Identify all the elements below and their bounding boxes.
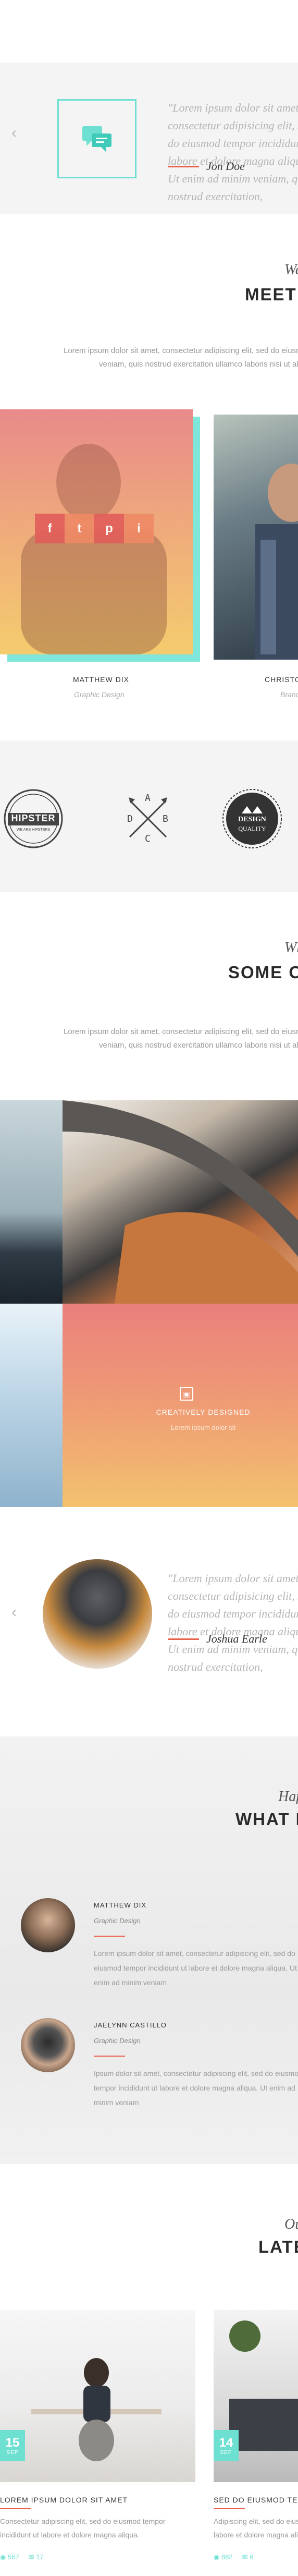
- testimonial-section: ‹ "Lorem ipsum dolor sit amet, consectet…: [0, 63, 298, 214]
- views-count: ◉ 567: [0, 2553, 19, 2561]
- client-logos: HIPSTER WE ARE HIPSTERS A B C D DESIGN Q…: [0, 740, 298, 892]
- date-badge: 15 SEP: [0, 2430, 25, 2461]
- views-count: ◉ 862: [214, 2553, 233, 2561]
- author-name: Joshua Earle: [206, 1632, 267, 1645]
- date-badge: 14 SEP: [214, 2430, 239, 2461]
- pinterest-icon[interactable]: p: [94, 514, 124, 543]
- avatar: [21, 1898, 75, 1952]
- person-role: Graphic Design: [94, 1917, 141, 1925]
- logo-letter: B: [163, 813, 168, 824]
- section-title: SOME OF OUR WORK: [228, 963, 298, 982]
- instagram-icon[interactable]: i: [124, 514, 154, 543]
- logo-letter: D: [127, 813, 133, 824]
- abcd-logo: A B C D: [117, 787, 179, 850]
- portfolio-tile-featured[interactable]: ▣ CREATIVELY DESIGNED Lorem ipsum dolor …: [63, 1304, 298, 1507]
- portfolio-tile[interactable]: [0, 1304, 63, 1507]
- people-section: Happy WHAT PEOPLE SAY MATTHEW DIX Graphi…: [0, 1736, 298, 2164]
- date-month: SEP: [6, 2449, 19, 2456]
- logo-subtext: WE ARE HIPSTERS: [16, 828, 51, 832]
- post-image[interactable]: 14 SEP: [214, 2310, 298, 2482]
- chat-bubbles-icon: [82, 126, 111, 152]
- section-title: WHAT PEOPLE SAY: [235, 1809, 298, 1829]
- logo-text: HIPSTER: [11, 813, 56, 823]
- member-photo[interactable]: f t p i: [0, 409, 193, 654]
- person-name: MATTHEW DIX: [94, 1901, 147, 1909]
- member-name: MATTHEW DIX: [73, 675, 129, 684]
- quote-icon-box: [57, 99, 136, 178]
- section-description: Lorem ipsum dolor sit amet, consectetur …: [64, 346, 298, 355]
- person-role: Graphic Design: [94, 2037, 141, 2045]
- social-links: f t p i: [35, 514, 154, 543]
- section-kicker: Our: [284, 2216, 298, 2232]
- image-icon: ▣: [180, 1387, 193, 1401]
- portfolio-heading: What SOME OF OUR WORK Lorem ipsum dolor …: [0, 892, 298, 1100]
- section-kicker: What: [284, 940, 298, 956]
- design-quality-logo: DESIGN QUALITY: [221, 787, 283, 850]
- tile-subtitle: Lorem ipsum dolor sit: [170, 1424, 236, 1431]
- post-excerpt: Adipiscing elit, sed do eiusmod tempor i…: [214, 2517, 298, 2539]
- section-kicker: Happy: [278, 1789, 298, 1805]
- person-text: Lorem ipsum dolor sit amet, consectetur …: [94, 1949, 297, 1987]
- post-title[interactable]: SED DO EIUSMOD TEMPOR: [214, 2496, 298, 2504]
- section-description: veniam, quis nostrud exercitation ullamc…: [99, 360, 298, 369]
- person-photo: [255, 464, 298, 660]
- person-name: JAELYNN CASTILLO: [94, 2021, 167, 2029]
- date-day: 15: [5, 2435, 20, 2450]
- avatar: [43, 1559, 152, 1669]
- comments-count: ✉ 6: [242, 2553, 254, 2561]
- section-title: LATEST NEWS: [258, 2237, 298, 2256]
- post-meta: ◉ 862 ✉ 6: [214, 2553, 253, 2561]
- section-title: MEET OUR TEAM: [245, 285, 298, 304]
- tile-title: CREATIVELY DESIGNED: [156, 1408, 251, 1416]
- hipster-logo: HIPSTER WE ARE HIPSTERS: [2, 787, 65, 850]
- logo-letter: C: [145, 833, 151, 844]
- post-divider: [214, 2508, 245, 2509]
- person-text: Ipsum dolor sit amet, consectetur adipis…: [94, 2069, 298, 2107]
- date-day: 14: [219, 2435, 233, 2450]
- person-divider: [94, 1936, 125, 1937]
- latest-news-section: Our LATEST NEWS 15 SEP 14 SEP LOREM IPSU…: [0, 2164, 298, 2576]
- testimonial-quote: "Lorem ipsum dolor sit amet, consectetur…: [168, 101, 298, 203]
- post-image[interactable]: 15 SEP: [0, 2310, 195, 2482]
- author-divider: [168, 1638, 199, 1640]
- team-section: We MEET OUR TEAM Lorem ipsum dolor sit a…: [0, 214, 298, 735]
- logo-text: QUALITY: [238, 825, 266, 832]
- portfolio-tile[interactable]: [0, 1100, 63, 1304]
- date-month: SEP: [220, 2449, 232, 2456]
- post-excerpt: Consectetur adipiscing elit, sed do eius…: [0, 2517, 166, 2539]
- office-photo: [31, 2358, 162, 2461]
- person-divider: [94, 2056, 125, 2057]
- architecture-photo: [63, 1100, 298, 1304]
- testimonial-section: ‹ "Lorem ipsum dolor sit amet, consectet…: [0, 1507, 298, 1726]
- eye-icon: ◉: [0, 2553, 8, 2561]
- member-name: CHRISTOPHER: [265, 675, 298, 684]
- portfolio-grid: ▣ CREATIVELY DESIGNED Lorem ipsum dolor …: [0, 1100, 298, 1507]
- twitter-icon[interactable]: t: [65, 514, 94, 543]
- member-photo[interactable]: [214, 415, 298, 660]
- post-divider: [0, 2508, 31, 2509]
- comment-icon: ✉: [28, 2553, 36, 2561]
- logo-text: DESIGN: [238, 816, 266, 823]
- section-kicker: We: [284, 262, 298, 278]
- post-title[interactable]: LOREM IPSUM DOLOR SIT AMET: [0, 2496, 128, 2504]
- comments-count: ✉ 17: [28, 2553, 44, 2561]
- portfolio-tile[interactable]: [63, 1100, 298, 1304]
- comment-icon: ✉: [242, 2553, 250, 2561]
- testimonial-author: Jon Doe: [168, 160, 245, 173]
- avatar: [21, 2018, 75, 2072]
- facebook-icon[interactable]: f: [35, 514, 65, 543]
- logo-letter: A: [145, 793, 151, 804]
- post-meta: ◉ 567 ✉ 17: [0, 2553, 44, 2561]
- member-role: Branding: [280, 690, 298, 699]
- section-description: Lorem ipsum dolor sit amet, consectetur …: [64, 1027, 298, 1036]
- testimonial-quote: "Lorem ipsum dolor sit amet, consectetur…: [168, 1572, 298, 1673]
- author-name: Jon Doe: [206, 160, 245, 173]
- section-description: veniam, quis nostrud exercitation ullamc…: [99, 1041, 298, 1050]
- testimonial-author: Joshua Earle: [168, 1632, 267, 1646]
- chevron-left-icon[interactable]: ‹: [11, 1603, 17, 1621]
- eye-icon: ◉: [214, 2553, 221, 2561]
- chevron-left-icon[interactable]: ‹: [11, 124, 17, 142]
- author-divider: [168, 165, 199, 167]
- member-role: Graphic Design: [74, 690, 125, 699]
